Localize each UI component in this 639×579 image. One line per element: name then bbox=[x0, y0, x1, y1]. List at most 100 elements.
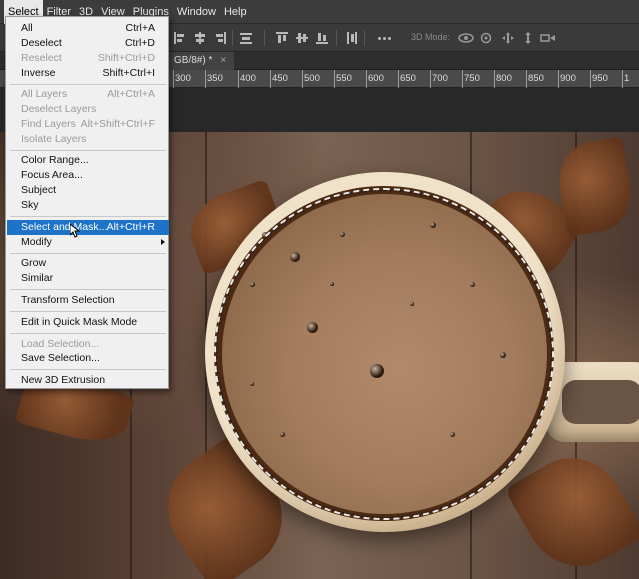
align-right-edges-icon[interactable] bbox=[214, 32, 226, 44]
menu-item-shortcut: Shift+Ctrl+I bbox=[102, 67, 155, 79]
menu-item-label: All bbox=[21, 22, 33, 34]
menu-item-label: Modify bbox=[21, 236, 52, 248]
menu-item-label: Load Selection... bbox=[21, 338, 100, 350]
options-separator bbox=[264, 30, 265, 46]
menu-item-shortcut: Shift+Ctrl+D bbox=[97, 52, 155, 64]
ruler-tick: 950 bbox=[592, 73, 608, 84]
menu-item-label: Deselect bbox=[21, 37, 62, 49]
selection-marquee-inner bbox=[216, 190, 552, 518]
menu-item-shortcut: Ctrl+D bbox=[124, 37, 155, 49]
menu-item-label: Save Selection... bbox=[21, 352, 100, 364]
menu-item-label: Sky bbox=[21, 199, 39, 211]
menu-item-label: Deselect Layers bbox=[21, 103, 97, 115]
ruler-tick: 550 bbox=[336, 73, 352, 84]
ruler-tick: 750 bbox=[464, 73, 480, 84]
submenu-arrow-icon bbox=[161, 239, 165, 245]
menu-separator bbox=[10, 289, 166, 290]
menu-item-label: Isolate Layers bbox=[21, 133, 87, 145]
ruler-tick: 450 bbox=[272, 73, 288, 84]
ruler-tick: 850 bbox=[528, 73, 544, 84]
menu-item-deselect-layers: Deselect Layers bbox=[7, 102, 169, 117]
menu-item-grow[interactable]: Grow bbox=[7, 256, 169, 271]
menu-item-shortcut: Alt+Shift+Ctrl+F bbox=[80, 118, 155, 130]
menu-separator bbox=[10, 150, 166, 151]
menu-separator bbox=[10, 369, 166, 370]
menu-item-color-range[interactable]: Color Range... bbox=[7, 153, 169, 168]
menu-item-label: Edit in Quick Mask Mode bbox=[21, 316, 138, 328]
align-horizontal-centers-icon[interactable] bbox=[194, 32, 206, 44]
menu-item-label: Transform Selection bbox=[21, 294, 115, 306]
align-bottom-edges-icon[interactable] bbox=[316, 32, 328, 44]
menu-item-inverse[interactable]: Inverse Shift+Ctrl+I bbox=[7, 66, 169, 81]
align-left-edges-icon[interactable] bbox=[174, 32, 186, 44]
menu-item-subject[interactable]: Subject bbox=[7, 183, 169, 198]
more-options-icon[interactable] bbox=[378, 32, 391, 44]
align-vertical-centers-icon[interactable] bbox=[296, 32, 308, 44]
menu-item-new-3d-extrusion[interactable]: New 3D Extrusion bbox=[7, 373, 169, 388]
menu-window[interactable]: Window bbox=[173, 0, 220, 24]
menu-item-reselect: Reselect Shift+Ctrl+D bbox=[7, 51, 169, 66]
menu-item-label: Select and Mask... bbox=[21, 221, 108, 233]
3d-mode-label: 3D Mode: bbox=[411, 32, 451, 42]
menu-item-label: Subject bbox=[21, 184, 57, 196]
close-tab-icon[interactable]: × bbox=[220, 52, 226, 70]
menu-item-shortcut: Alt+Ctrl+R bbox=[106, 221, 155, 233]
menu-item-deselect[interactable]: Deselect Ctrl+D bbox=[7, 36, 169, 51]
menu-item-label: New 3D Extrusion bbox=[21, 374, 106, 386]
document-tab-title: GB/8#) * bbox=[174, 55, 213, 66]
ruler-tick: 800 bbox=[496, 73, 512, 84]
menu-item-focus-area[interactable]: Focus Area... bbox=[7, 168, 169, 183]
3d-slide-icon[interactable] bbox=[522, 32, 534, 44]
menu-item-label: Color Range... bbox=[21, 154, 89, 166]
align-top-edges-icon[interactable] bbox=[276, 32, 288, 44]
menu-item-similar[interactable]: Similar bbox=[7, 271, 169, 286]
options-separator bbox=[364, 30, 365, 46]
menu-item-all-layers: All Layers Alt+Ctrl+A bbox=[7, 87, 169, 102]
3d-orbit-icon[interactable] bbox=[458, 32, 474, 44]
menu-item-label: Similar bbox=[21, 272, 54, 284]
menu-item-label: Inverse bbox=[21, 67, 56, 79]
menu-item-label: Find Layers bbox=[21, 118, 76, 130]
menu-item-find-layers: Find Layers Alt+Shift+Ctrl+F bbox=[7, 117, 169, 132]
menu-separator bbox=[10, 84, 166, 85]
ruler-tick: 600 bbox=[368, 73, 384, 84]
mug-handle-hole bbox=[562, 380, 639, 424]
options-separator bbox=[232, 30, 233, 46]
menu-item-label: All Layers bbox=[21, 88, 68, 100]
ruler-tick: 1 bbox=[624, 73, 630, 84]
menu-separator bbox=[10, 253, 166, 254]
ruler-tick: 650 bbox=[400, 73, 416, 84]
ruler-tick: 900 bbox=[560, 73, 576, 84]
select-menu-dropdown: All Ctrl+A Deselect Ctrl+D Reselect Shif… bbox=[5, 16, 169, 389]
3d-scale-icon[interactable] bbox=[540, 32, 556, 44]
3d-pan-icon[interactable] bbox=[502, 32, 514, 44]
distribute-icon[interactable] bbox=[240, 32, 252, 44]
menu-help[interactable]: Help bbox=[220, 0, 251, 24]
menu-item-load-selection: Load Selection... bbox=[7, 337, 169, 352]
ruler-tick: 300 bbox=[175, 73, 191, 84]
menu-item-modify[interactable]: Modify bbox=[7, 235, 169, 250]
menu-separator bbox=[10, 311, 166, 312]
menu-item-transform-selection[interactable]: Transform Selection bbox=[7, 293, 169, 308]
menu-item-all[interactable]: All Ctrl+A bbox=[7, 21, 169, 36]
menu-item-isolate-layers: Isolate Layers bbox=[7, 132, 169, 147]
menu-item-label: Focus Area... bbox=[21, 169, 83, 181]
menu-separator bbox=[10, 333, 166, 334]
ruler-tick: 700 bbox=[432, 73, 448, 84]
menu-item-label: Grow bbox=[21, 257, 47, 269]
menu-item-label: Reselect bbox=[21, 52, 62, 64]
3d-roll-icon[interactable] bbox=[480, 32, 492, 44]
menu-item-sky[interactable]: Sky bbox=[7, 198, 169, 213]
menu-item-shortcut: Alt+Ctrl+A bbox=[107, 88, 155, 100]
ruler-tick: 500 bbox=[304, 73, 320, 84]
menu-item-shortcut: Ctrl+A bbox=[125, 22, 155, 34]
distribute-vertical-icon[interactable] bbox=[346, 32, 358, 44]
menu-separator bbox=[10, 216, 166, 217]
ruler-tick: 400 bbox=[240, 73, 256, 84]
document-tab[interactable]: GB/8#) * × bbox=[166, 52, 235, 70]
menu-item-select-and-mask[interactable]: Select and Mask... Alt+Ctrl+R bbox=[7, 220, 169, 235]
options-separator bbox=[336, 30, 337, 46]
menu-item-save-selection[interactable]: Save Selection... bbox=[7, 351, 169, 366]
menu-item-quick-mask[interactable]: Edit in Quick Mask Mode bbox=[7, 315, 169, 330]
ruler-tick: 350 bbox=[207, 73, 223, 84]
